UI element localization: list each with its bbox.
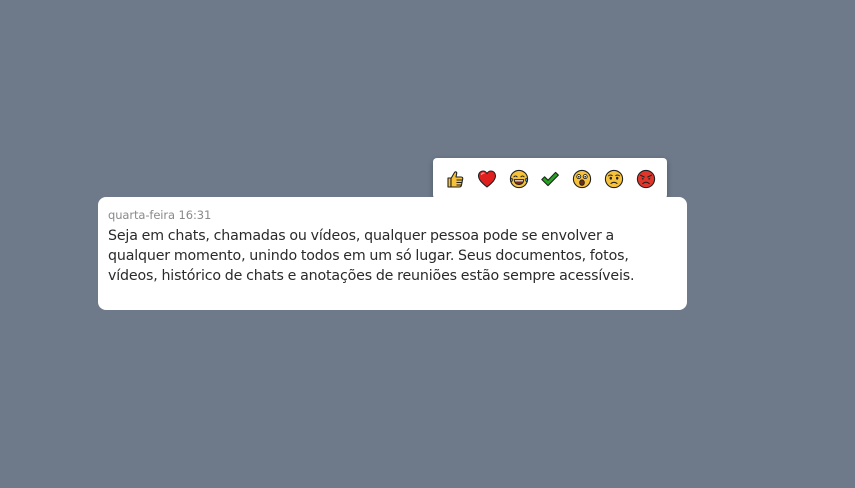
reaction-sad-button[interactable]: [604, 169, 624, 189]
laughing-face-icon: [509, 169, 528, 188]
reaction-angry-button[interactable]: [636, 169, 656, 189]
sad-face-icon: [604, 169, 624, 188]
reaction-check-button[interactable]: [540, 169, 560, 189]
message-text: Seja em chats, chamadas ou vídeos, qualq…: [108, 228, 635, 284]
reaction-surprised-button[interactable]: [572, 169, 592, 189]
angry-face-icon: [636, 169, 655, 188]
checkmark-icon: [541, 171, 560, 186]
reaction-laughing-button[interactable]: [509, 169, 529, 189]
reaction-bar: [433, 158, 667, 199]
surprised-face-icon: [573, 169, 592, 188]
reaction-thumbs-up-button[interactable]: [445, 169, 465, 189]
message-timestamp: quarta-feira 16:31: [108, 208, 212, 222]
reaction-heart-button[interactable]: [477, 169, 497, 189]
heart-icon: [477, 169, 496, 188]
thumbs-up-icon: [447, 170, 464, 188]
message-card[interactable]: quarta-feira 16:31 Seja em chats, chamad…: [98, 197, 687, 310]
